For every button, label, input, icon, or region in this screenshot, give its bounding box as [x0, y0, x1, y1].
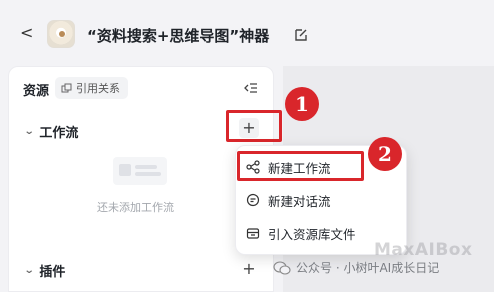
chevron-down-icon: ⌄	[23, 126, 35, 137]
watermark-brand: MaxAIBox	[374, 240, 473, 260]
watermark: 公众号 · 小树叶AI成长日记	[273, 259, 439, 276]
plugins-section-header[interactable]: ⌄ 插件	[23, 261, 66, 280]
plugins-section-label: 插件	[39, 265, 66, 280]
watermark-text: 公众号 · 小树叶AI成长日记	[296, 261, 440, 275]
app-avatar	[47, 20, 75, 48]
menu-item-import-library[interactable]: 引入资源库文件	[246, 221, 356, 245]
workflow-section-label: 工作流	[39, 126, 79, 141]
annotation-highlight-1	[226, 110, 282, 142]
annotation-highlight-2	[237, 151, 364, 181]
edit-icon[interactable]	[294, 28, 308, 42]
reference-relation-button[interactable]: 引用关系	[55, 77, 128, 99]
menu-item-label: 引入资源库文件	[268, 226, 356, 242]
empty-state-illustration	[113, 157, 167, 185]
copy-icon	[61, 83, 72, 92]
library-icon	[246, 228, 260, 239]
reference-relation-label: 引用关系	[76, 82, 120, 95]
add-plugin-button[interactable]: +	[239, 259, 259, 279]
wechat-icon	[273, 260, 291, 275]
back-icon[interactable]: <	[20, 24, 36, 42]
top-bar: < “资料搜索+思维导图”神器	[0, 0, 494, 66]
menu-item-label: 新建对话流	[268, 193, 331, 209]
annotation-badge-2: 2	[368, 137, 402, 171]
page-title: “资料搜索+思维导图”神器	[87, 27, 270, 45]
chevron-down-icon: ⌄	[23, 265, 35, 276]
annotation-badge-1: 1	[285, 87, 319, 121]
resources-label: 资源	[23, 84, 50, 99]
menu-item-new-chatflow[interactable]: 新建对话流	[246, 188, 331, 212]
collapse-sidebar-icon[interactable]	[244, 82, 258, 94]
chat-flow-icon	[246, 193, 260, 207]
empty-state-text: 还未添加工作流	[97, 201, 174, 214]
workflow-section-header[interactable]: ⌄ 工作流	[23, 122, 79, 141]
